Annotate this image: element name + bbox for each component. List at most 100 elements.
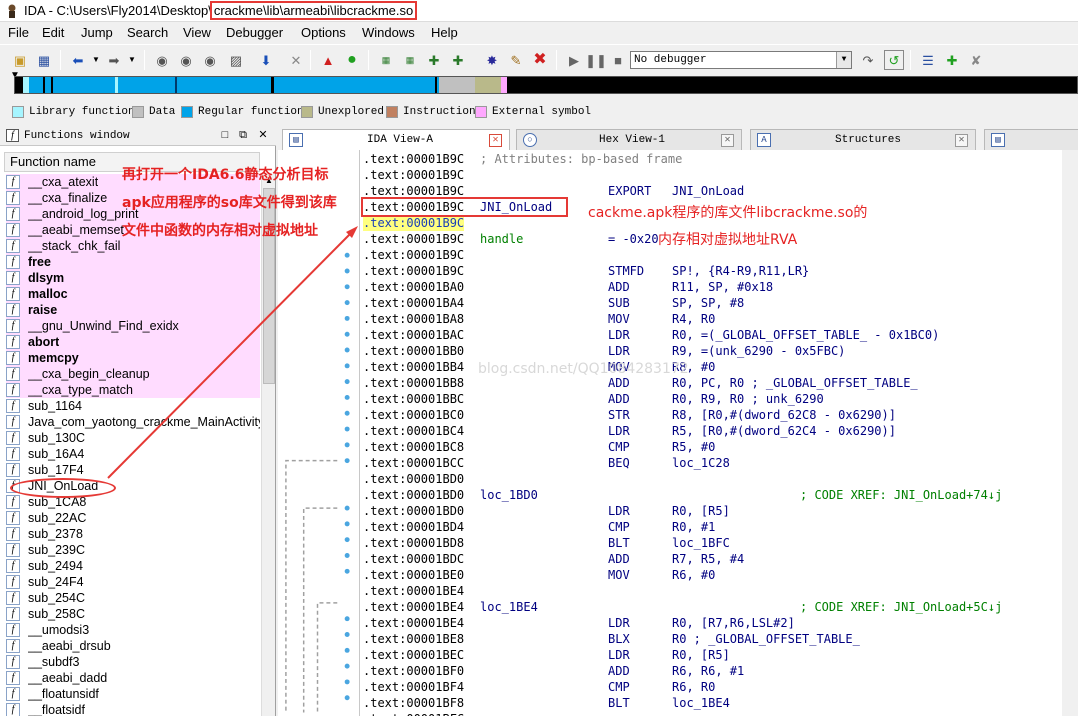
- tab-ida-view-a[interactable]: ▤ IDA View-A ✕: [282, 129, 510, 150]
- code-line[interactable]: .text:00001BDC ADD R7, R5, #4: [363, 551, 1063, 567]
- code-line[interactable]: .text:00001BC8 CMP R5, #0: [363, 439, 1063, 455]
- code-line[interactable]: .text:00001BA4 SUB SP, SP, #8: [363, 295, 1063, 311]
- disassembly-scrollbar[interactable]: [1062, 150, 1078, 716]
- stop-icon[interactable]: ■: [608, 50, 628, 70]
- menu-view[interactable]: View: [183, 25, 211, 40]
- function-list-item[interactable]: f sub_1164: [6, 398, 260, 414]
- function-list-item[interactable]: f sub_258C: [6, 606, 260, 622]
- remove-breakpoint-icon[interactable]: ✘: [966, 50, 986, 70]
- code-line[interactable]: .text:00001BF0 ADD R6, R6, #1: [363, 663, 1063, 679]
- tab-enums[interactable]: ▤: [984, 129, 1078, 150]
- code-line[interactable]: .text:00001BD0 loc_1BD0 ; CODE XREF: JNI_O…: [363, 487, 1063, 503]
- function-list-item[interactable]: f __aeabi_drsub: [6, 638, 260, 654]
- step-into-icon[interactable]: ↷: [858, 50, 878, 70]
- function-list-item[interactable]: f sub_2494: [6, 558, 260, 574]
- add-enum-icon[interactable]: ✚: [448, 50, 468, 70]
- function-list-item[interactable]: f __subdf3: [6, 654, 260, 670]
- function-list-item[interactable]: f __cxa_type_match: [6, 382, 260, 398]
- function-list-item[interactable]: f memcpy: [6, 350, 260, 366]
- function-list-item[interactable]: f sub_2378: [6, 526, 260, 542]
- menu-jump[interactable]: Jump: [81, 25, 113, 40]
- binoculars-text-icon[interactable]: ◉: [176, 50, 196, 70]
- code-line[interactable]: .text:00001B9C: [363, 247, 1063, 263]
- binoculars-next-icon[interactable]: ◉: [200, 50, 220, 70]
- function-list-item[interactable]: f sub_17F4: [6, 462, 260, 478]
- code-line[interactable]: .text:00001BC4 LDR R5, [R0,#(dword_62C4 - …: [363, 423, 1063, 439]
- code-line[interactable]: .text:00001BE4 LDR R0, [R7,R6,LSL#2]: [363, 615, 1063, 631]
- run-green-icon[interactable]: ●: [342, 50, 362, 70]
- code-line[interactable]: .text:00001BE0 MOV R6, #0: [363, 567, 1063, 583]
- functions-list-scrollbar[interactable]: ▲: [261, 174, 275, 716]
- add-breakpoint-icon[interactable]: ✚: [942, 50, 962, 70]
- function-list-item[interactable]: f __aeabi_dadd: [6, 670, 260, 686]
- code-line[interactable]: .text:00001BB4 MOV R8, #0: [363, 359, 1063, 375]
- function-list-item[interactable]: f sub_130C: [6, 430, 260, 446]
- code-line[interactable]: .text:00001BA8 MOV R4, R0: [363, 311, 1063, 327]
- code-line[interactable]: .text:00001BAC LDR R0, =(_GLOBAL_OFFSET_TA…: [363, 327, 1063, 343]
- code-line[interactable]: .text:00001BC0 STR R8, [R0,#(dword_62C8 - …: [363, 407, 1063, 423]
- function-list-item[interactable]: f __umodsi3: [6, 622, 260, 638]
- code-line[interactable]: .text:00001B9C ; Attributes: bp-based fra…: [363, 151, 1063, 167]
- menu-edit[interactable]: Edit: [42, 25, 64, 40]
- menu-file[interactable]: File: [8, 25, 29, 40]
- function-list-item[interactable]: f sub_24F4: [6, 574, 260, 590]
- function-list-item[interactable]: f free: [6, 254, 260, 270]
- function-list-item[interactable]: f abort: [6, 334, 260, 350]
- close-icon[interactable]: ✕: [256, 129, 270, 143]
- back-dropdown-icon[interactable]: ▼: [86, 50, 106, 70]
- search-binary-icon[interactable]: ▨: [226, 50, 246, 70]
- open-folder-icon[interactable]: ▣: [10, 50, 30, 70]
- code-line[interactable]: .text:00001BF8 BLT loc_1BE4: [363, 695, 1063, 711]
- step-over-icon[interactable]: ↺: [884, 50, 904, 70]
- code-line[interactable]: .text:00001BA0 ADD R11, SP, #0x18: [363, 279, 1063, 295]
- pause-icon[interactable]: ❚❚: [585, 50, 607, 70]
- function-list-item[interactable]: f __gnu_Unwind_Find_exidx: [6, 318, 260, 334]
- code-line[interactable]: .text:00001BB8 ADD R0, PC, R0 ; _GLOBAL_OF…: [363, 375, 1063, 391]
- chevron-down-icon[interactable]: ▼: [836, 52, 851, 68]
- function-list-item[interactable]: f dlsym: [6, 270, 260, 286]
- forward-dropdown-icon[interactable]: ▼: [122, 50, 142, 70]
- breakpoints-list-icon[interactable]: ☰: [918, 50, 938, 70]
- tab-hex-view-1[interactable]: ○ Hex View-1 ✕: [516, 129, 742, 150]
- function-list-item[interactable]: f __stack_chk_fail: [6, 238, 260, 254]
- code-line[interactable]: .text:00001BBC ADD R0, R9, R0 ; unk_6290: [363, 391, 1063, 407]
- code-line[interactable]: .text:00001BCC BEQ loc_1C28: [363, 455, 1063, 471]
- code-line[interactable]: .text:00001BF4 CMP R6, R0: [363, 679, 1063, 695]
- function-list-item[interactable]: f sub_22AC: [6, 510, 260, 526]
- function-list-item[interactable]: f malloc: [6, 286, 260, 302]
- close-tab-icon[interactable]: ✕: [721, 134, 734, 147]
- function-list-item[interactable]: f raise: [6, 302, 260, 318]
- code-line[interactable]: .text:00001BD0 LDR R0, [R5]: [363, 503, 1063, 519]
- function-list-item[interactable]: f __floatunsidf: [6, 686, 260, 702]
- delete-x-icon[interactable]: ✖: [530, 50, 550, 70]
- code-line[interactable]: .text:00001BE4 loc_1BE4 ; CODE XREF: JNI_O…: [363, 599, 1063, 615]
- close-tab-icon[interactable]: ✕: [489, 134, 502, 147]
- data-icon[interactable]: ▦: [400, 50, 420, 70]
- warning-icon[interactable]: ▲: [318, 50, 338, 70]
- menu-options[interactable]: Options: [301, 25, 346, 40]
- binoculars-icon[interactable]: ◉: [152, 50, 172, 70]
- function-list-item[interactable]: f __floatsidf: [6, 702, 260, 716]
- add-segment-icon[interactable]: ✸: [482, 50, 502, 70]
- close-tab-icon[interactable]: ✕: [955, 134, 968, 147]
- code-line[interactable]: .text:00001BEC LDR R0, [R5]: [363, 647, 1063, 663]
- code-icon[interactable]: ▦: [376, 50, 396, 70]
- navigation-band[interactable]: [14, 76, 1078, 94]
- debugger-select[interactable]: No debugger ▼: [630, 51, 852, 69]
- function-list-item[interactable]: f sub_254C: [6, 590, 260, 606]
- code-line[interactable]: .text:00001BFC: [363, 711, 1063, 716]
- forward-arrow-icon[interactable]: ➡: [104, 50, 124, 70]
- tab-structures[interactable]: A Structures ✕: [750, 129, 976, 150]
- menu-debugger[interactable]: Debugger: [226, 25, 283, 40]
- add-struct-icon[interactable]: ✚: [424, 50, 444, 70]
- code-line[interactable]: .text:00001BB0 LDR R9, =(unk_6290 - 0x5FBC…: [363, 343, 1063, 359]
- jump-down-icon[interactable]: ⬇: [256, 50, 276, 70]
- code-line[interactable]: .text:00001B9C: [363, 167, 1063, 183]
- function-list-item[interactable]: f __cxa_begin_cleanup: [6, 366, 260, 382]
- function-list-item[interactable]: f sub_16A4: [6, 446, 260, 462]
- float-window-icon[interactable]: ⧉: [236, 129, 250, 143]
- menu-search[interactable]: Search: [127, 25, 168, 40]
- edit-function-icon[interactable]: ✎: [506, 50, 526, 70]
- code-line[interactable]: .text:00001BD4 CMP R0, #1: [363, 519, 1063, 535]
- code-line[interactable]: .text:00001BD0: [363, 471, 1063, 487]
